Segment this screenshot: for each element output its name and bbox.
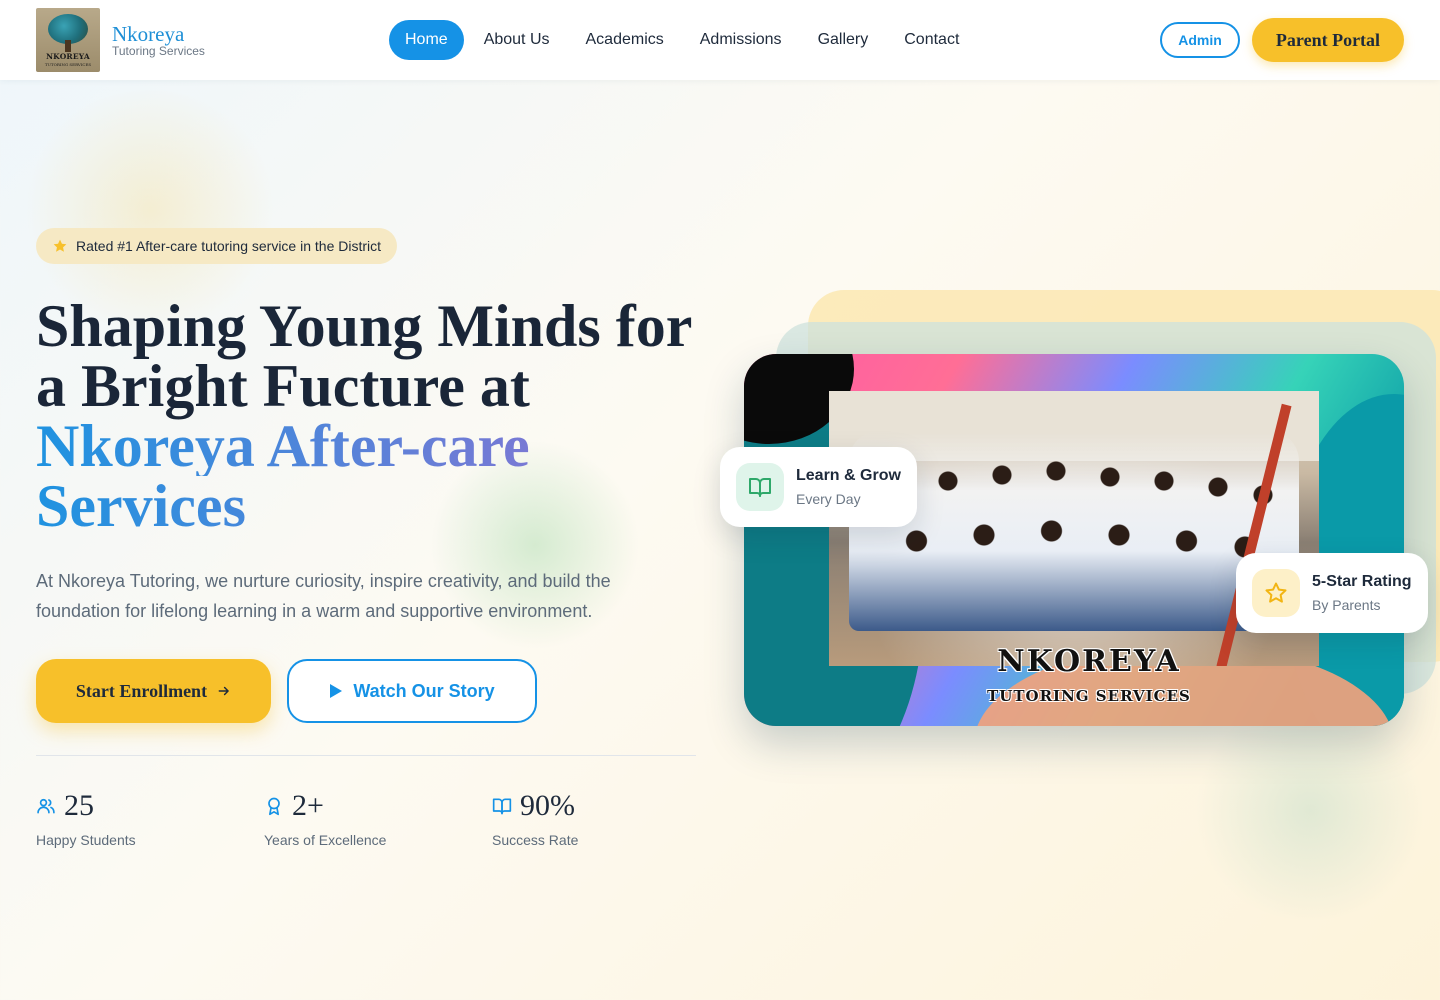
stat-value: 25 bbox=[64, 789, 94, 822]
rating-title: 5-Star Rating bbox=[1312, 573, 1412, 590]
start-enrollment-label: Start Enrollment bbox=[75, 680, 208, 701]
arrow-right-icon bbox=[218, 686, 229, 696]
users-icon bbox=[37, 798, 55, 814]
nav-item-contact[interactable]: Contact bbox=[886, 20, 977, 60]
headline-accent-line: Nkoreya After-care bbox=[36, 416, 716, 476]
stat-happy-students: 25 Happy Students bbox=[36, 788, 236, 848]
star-outline-icon bbox=[1252, 569, 1300, 617]
rating-badge: Rated #1 After-care tutoring service in … bbox=[36, 228, 398, 264]
admin-button[interactable]: Admin bbox=[1160, 22, 1240, 58]
nav-item-home[interactable]: Home bbox=[389, 20, 464, 60]
headline-line: Shaping Young Minds for bbox=[36, 293, 693, 359]
start-enrollment-button[interactable]: Start Enrollment bbox=[36, 659, 271, 723]
stat-years-excellence: 2+ Years of Excellence bbox=[264, 788, 464, 848]
headline-line: a Bright Fucture at bbox=[36, 353, 530, 419]
stat-value: 90% bbox=[520, 789, 575, 822]
tree-trunk bbox=[65, 40, 71, 52]
five-star-rating-card: 5-Star Rating By Parents bbox=[1236, 553, 1428, 633]
brand-logo[interactable]: NKOREYA TUTORING SERVICES bbox=[36, 8, 100, 72]
play-icon bbox=[330, 684, 343, 698]
stats-divider bbox=[36, 755, 696, 756]
photo-subtitle: TUTORING SERVICES bbox=[987, 687, 1191, 705]
stat-label: Success Rate bbox=[492, 832, 579, 848]
background-glow bbox=[1190, 700, 1430, 920]
watch-story-button[interactable]: Watch Our Story bbox=[287, 659, 537, 723]
stat-success-rate: 90% Success Rate bbox=[492, 788, 692, 848]
intro-line: At Nkoreya Tutoring, we nurture curiosit… bbox=[36, 571, 611, 591]
main-nav: Home About Us Academics Admissions Galle… bbox=[389, 20, 977, 60]
learn-grow-subtitle: Every Day bbox=[796, 491, 861, 507]
nav-item-gallery[interactable]: Gallery bbox=[800, 20, 887, 60]
badge-text: Rated #1 After-care tutoring service in … bbox=[76, 238, 382, 254]
stat-label: Years of Excellence bbox=[264, 832, 387, 848]
hero-intro: At Nkoreya Tutoring, we nurture curiosit… bbox=[36, 566, 656, 626]
rating-subtitle: By Parents bbox=[1312, 597, 1381, 613]
photo-title: NKOREYA bbox=[997, 644, 1181, 679]
logo-name-text: NKOREYA bbox=[46, 52, 90, 61]
intro-line: foundation for lifelong learning in a wa… bbox=[36, 601, 593, 621]
star-icon bbox=[53, 239, 67, 252]
watch-story-label: Watch Our Story bbox=[353, 680, 495, 701]
learn-grow-title: Learn & Grow bbox=[796, 467, 901, 484]
stat-value: 2+ bbox=[292, 789, 324, 822]
nav-item-admissions[interactable]: Admissions bbox=[682, 20, 800, 60]
hero-headline: Shaping Young Minds for a Bright Fucture… bbox=[36, 296, 716, 536]
headline-accent-line: Services bbox=[36, 476, 716, 536]
learn-grow-card: Learn & Grow Every Day bbox=[720, 447, 917, 527]
parent-portal-button[interactable]: Parent Portal bbox=[1252, 18, 1404, 62]
hero-photo-card: NKOREYA TUTORING SERVICES bbox=[744, 354, 1404, 726]
book-open-icon bbox=[736, 463, 784, 511]
site-header: NKOREYA TUTORING SERVICES Nkoreya Tutori… bbox=[0, 0, 1440, 80]
logo-sub-text: TUTORING SERVICES bbox=[44, 62, 92, 67]
stat-label: Happy Students bbox=[36, 832, 136, 848]
award-icon bbox=[268, 797, 280, 816]
brand-tagline: Tutoring Services bbox=[112, 44, 205, 58]
book-icon bbox=[492, 798, 512, 815]
nav-item-about-us[interactable]: About Us bbox=[466, 20, 568, 60]
nav-item-academics[interactable]: Academics bbox=[568, 20, 682, 60]
